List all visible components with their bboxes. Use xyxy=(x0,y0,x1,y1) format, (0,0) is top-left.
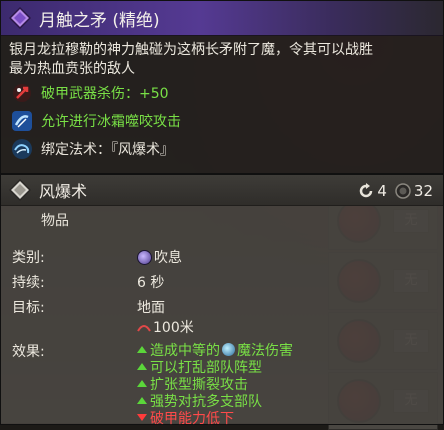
category-value: 吹息 xyxy=(154,250,182,266)
spell-effects-row: 效果: 造成中等的 魔法伤害 可以打乱部队阵型 扩张型撕裂攻击 强势对抗多支部队 xyxy=(1,341,443,427)
item-property: 允许进行冰霜噬咬攻击 xyxy=(1,107,443,135)
negative-arrow-icon xyxy=(137,414,147,421)
spell-cost: 4 32 xyxy=(350,182,433,200)
effect-item: 破甲能力低下 xyxy=(137,409,293,427)
effect-label: 效果: xyxy=(12,344,45,360)
effect-item: 可以打乱部队阵型 xyxy=(137,358,293,376)
effect-item: 造成中等的 魔法伤害 xyxy=(137,341,293,359)
effect-item: 扩张型撕裂攻击 xyxy=(137,375,293,393)
spell-target-row: 目标: 地面 100米 xyxy=(1,297,443,337)
duration-value: 6 秒 xyxy=(137,275,165,291)
item-title: 月触之矛 (精绝) xyxy=(39,10,160,31)
spell-tooltip: 风爆术 4 32 物品 类别: 吹息 持续: 6 秒 目标: 地面 100米 效… xyxy=(0,174,444,427)
spell-category-row: 类别: 吹息 xyxy=(1,247,443,267)
item-property: 破甲武器杀伤：+50 xyxy=(1,79,443,107)
cooldown-icon xyxy=(358,183,374,199)
spell-bound-icon xyxy=(11,138,33,160)
positive-arrow-icon xyxy=(137,397,147,404)
item-property: 绑定法术：『风爆术』 xyxy=(1,135,443,163)
spell-duration-row: 持续: 6 秒 xyxy=(1,272,443,292)
positive-arrow-icon xyxy=(137,363,147,370)
magic-item-gem-icon xyxy=(8,6,32,30)
item-tooltip-header: 月触之矛 (精绝) xyxy=(1,1,443,36)
spell-subtitle: 物品 xyxy=(41,213,69,229)
item-tooltip: 月触之矛 (精绝) 银月龙拉穆勒的神力触碰为这柄长矛附了魔，令其可以战胜 最为热… xyxy=(0,0,444,174)
breath-icon xyxy=(137,249,152,265)
armor-piercing-icon xyxy=(11,82,33,104)
effect-text: 破甲能力低下 xyxy=(150,410,234,427)
cost-turns: 4 xyxy=(377,182,387,200)
item-description-line: 银月龙拉穆勒的神力触碰为这柄长矛附了魔，令其可以战胜 xyxy=(9,42,373,58)
item-description-line: 最为热血贲张的敌人 xyxy=(9,61,135,77)
property-text: 允许进行冰霜噬咬攻击 xyxy=(41,114,181,130)
magic-damage-icon xyxy=(222,343,235,356)
effect-item: 强势对抗多支部队 xyxy=(137,392,293,410)
property-text: 破甲武器杀伤：+50 xyxy=(41,86,169,102)
range-value: 100米 xyxy=(153,320,194,336)
range-icon xyxy=(137,321,151,333)
property-text: 绑定法术：『风爆术』 xyxy=(41,142,174,158)
target-value: 地面 xyxy=(137,300,165,316)
target-label: 目标: xyxy=(12,300,45,316)
item-description: 银月龙拉穆勒的神力触碰为这柄长矛附了魔，令其可以战胜 最为热血贲张的敌人 xyxy=(1,36,443,79)
mana-icon xyxy=(395,183,411,199)
positive-arrow-icon xyxy=(137,346,147,353)
effect-list: 造成中等的 魔法伤害 可以打乱部队阵型 扩张型撕裂攻击 强势对抗多支部队 破甲能… xyxy=(137,341,293,427)
spell-gem-icon xyxy=(8,178,32,202)
category-label: 类别: xyxy=(12,250,45,266)
cost-mana: 32 xyxy=(413,182,433,200)
duration-label: 持续: xyxy=(12,275,45,291)
spell-title: 风爆术 xyxy=(39,182,88,201)
positive-arrow-icon xyxy=(137,380,147,387)
frost-bite-icon xyxy=(11,110,33,132)
